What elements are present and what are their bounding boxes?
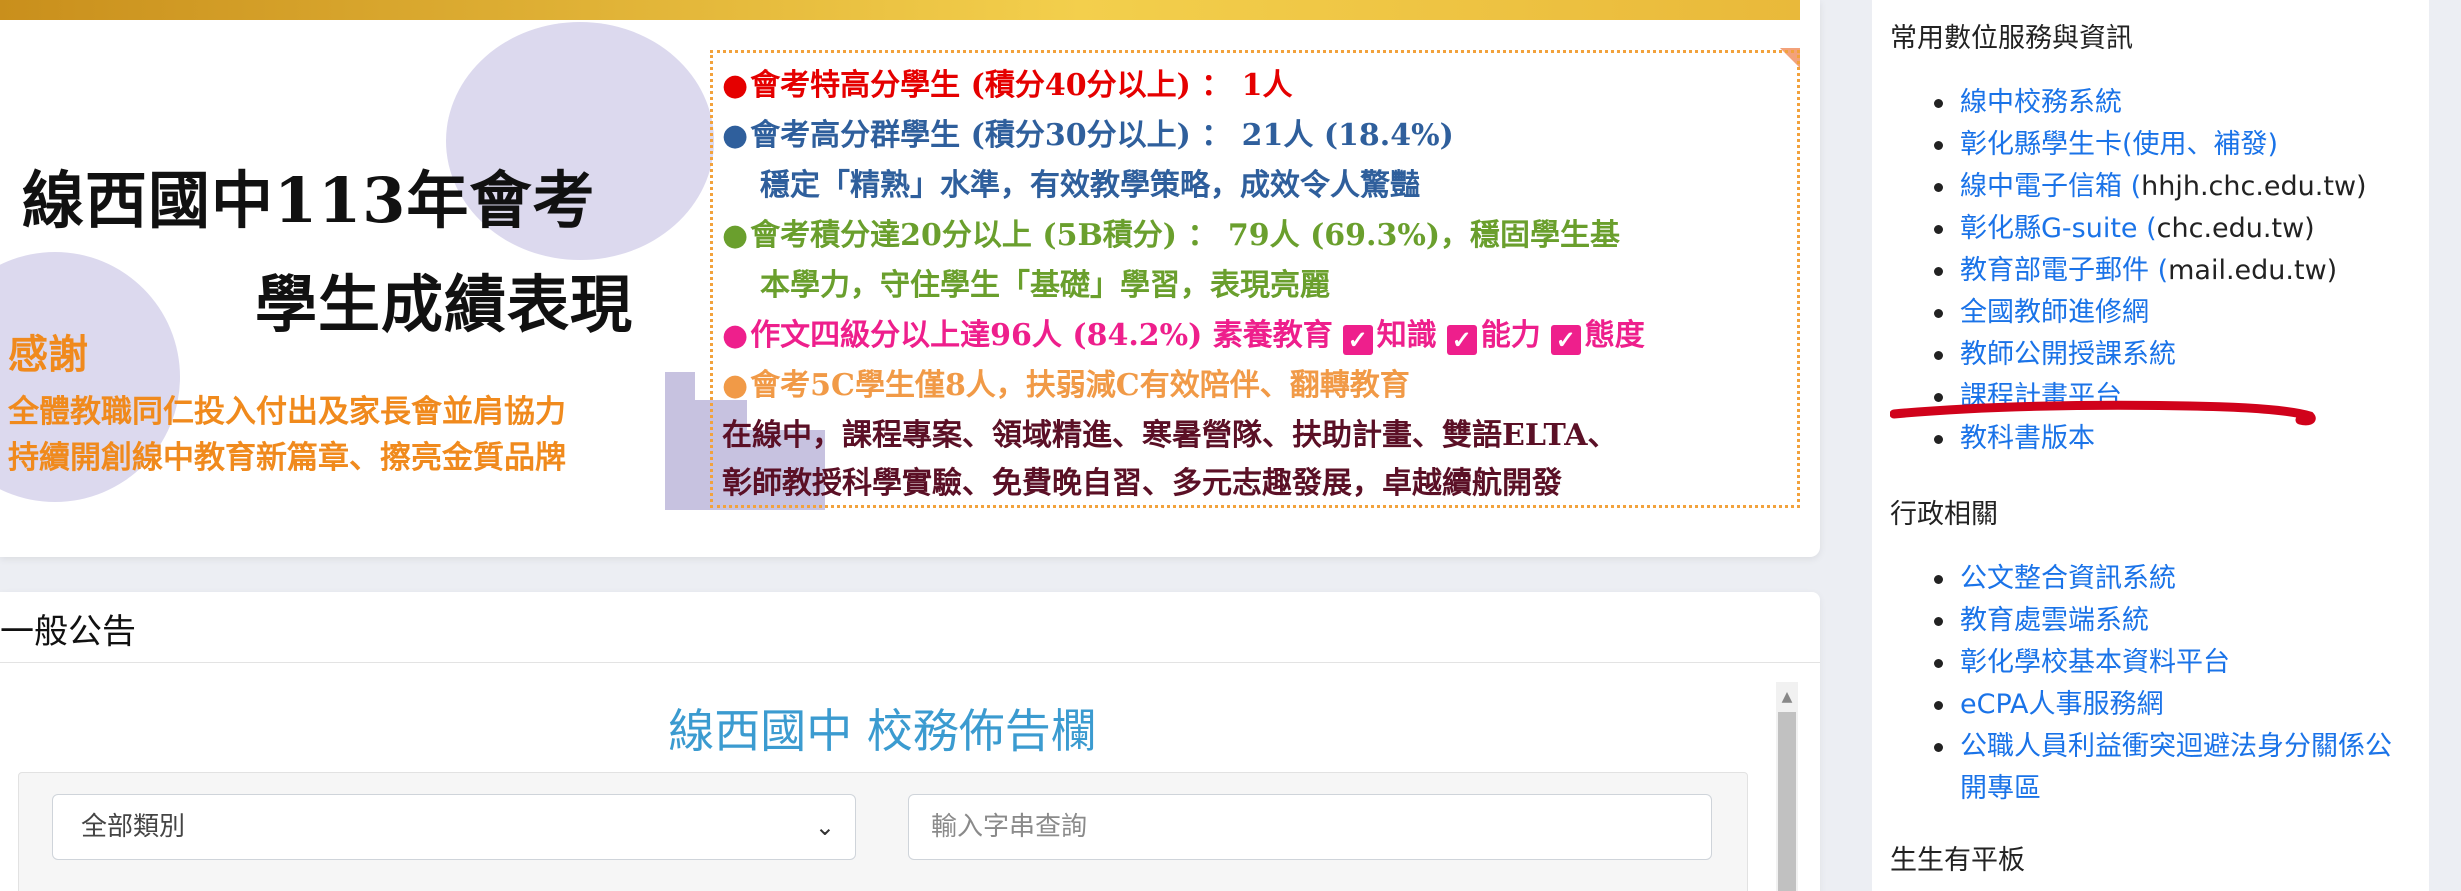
sidebar-link[interactable]: 教師公開授課系統 <box>1960 339 2176 370</box>
achievement-line: 彰師教授科學實驗、免費晚自習、多元志趣發展，卓越續航開發 <box>722 466 1562 501</box>
sidebar-link[interactable]: 公文整合資訊系統 <box>1960 563 2176 594</box>
banner-title: 線西國中113年會考 <box>22 164 596 237</box>
list-item: 彰化學校基本資料平台 <box>1872 642 2429 684</box>
achievement-line: ●會考積分達20分以上 (5B積分) ： 79人 (69.3%)，穩固學生基 <box>722 218 1621 253</box>
achievement-line: 本學力，守住學生「基礎」學習，表現亮麗 <box>760 268 1330 303</box>
link-domain-text: mail.edu.tw) <box>2168 255 2338 286</box>
achievement-line: ●作文四級分以上達96人 (84.2%) 素養教育 ✓ 知識 ✓ 能力 ✓ 態度 <box>722 318 1645 355</box>
achievement-line: 在線中，課程專案、領域精進、寒暑營隊、扶助計畫、雙語ELTA、 <box>722 418 1618 453</box>
banner-subtitle: 學生成績表現 <box>255 268 634 341</box>
sidebar-link[interactable]: 彰化縣學生卡(使用、補發) <box>1960 129 2278 160</box>
thanks-text: 持續開創線中教育新篇章、擦亮金質品牌 <box>8 440 566 476</box>
thanks-text: 全體教職同仁投入付出及家長會並肩協力 <box>8 394 566 430</box>
list-item: 線中電子信箱 (hhjh.chc.edu.tw) <box>1872 166 2429 208</box>
check-label: 態度 <box>1584 318 1645 353</box>
link-domain-text: chc.edu.tw) <box>2156 213 2315 244</box>
list-item: eCPA人事服務網 <box>1872 684 2429 726</box>
list-item: 全國教師進修網 <box>1872 292 2429 334</box>
section-title-administration: 行政相關 <box>1890 499 1998 530</box>
sidebar: 常用數位服務與資訊 線中校務系統 彰化縣學生卡(使用、補發) 線中電子信箱 (h… <box>1872 0 2429 891</box>
sidebar-link[interactable]: eCPA人事服務網 <box>1960 689 2164 720</box>
checkmark-icon: ✓ <box>1446 325 1477 355</box>
checkmark-icon: ✓ <box>1342 325 1373 355</box>
list-item: 線中校務系統 <box>1872 82 2429 124</box>
red-underline-annotation <box>1890 400 2316 426</box>
sidebar-link[interactable]: 彰化學校基本資料平台 <box>1960 647 2230 678</box>
sidebar-link[interactable]: 全國教師進修網 <box>1960 297 2149 328</box>
administration-list: 公文整合資訊系統 教育處雲端系統 彰化學校基本資料平台 eCPA人事服務網 公職… <box>1872 558 2429 810</box>
link-domain-text: hhjh.chc.edu.tw) <box>2141 171 2367 202</box>
checkmark-icon: ✓ <box>1550 325 1581 355</box>
achievement-line: ●會考5C學生僅8人，扶弱減C有效陪伴、翻轉教育 <box>722 368 1410 403</box>
category-select-value: 全部類別 <box>81 812 186 842</box>
achievement-banner[interactable]: 線西國中113年會考 學生成績表現 感謝 全體教職同仁投入付出及家長會並肩協力 … <box>0 0 1800 520</box>
list-item: 教育部電子郵件 (mail.edu.tw) <box>1872 250 2429 292</box>
achievement-line: ●會考特高分學生 (積分40分以上) ： 1人 <box>722 68 1293 103</box>
search-input[interactable] <box>908 794 1712 860</box>
banner-card: 線西國中113年會考 學生成績表現 感謝 全體教職同仁投入付出及家長會並肩協力 … <box>0 0 1820 557</box>
announcements-heading: 一般公告 <box>0 612 136 652</box>
category-select[interactable]: 全部類別 ⌄ <box>52 794 856 860</box>
sidebar-link[interactable]: 線中電子信箱 ( <box>1960 171 2141 202</box>
check-label: 能力 <box>1480 318 1541 353</box>
list-item: 教育處雲端系統 <box>1872 600 2429 642</box>
check-label: 知識 <box>1376 318 1437 353</box>
sidebar-link[interactable]: 教育部電子郵件 ( <box>1960 255 2168 286</box>
list-item: 彰化縣G-suite (chc.edu.tw) <box>1872 208 2429 250</box>
thanks-heading: 感謝 <box>8 331 88 378</box>
divider <box>0 662 1820 663</box>
decorative-building <box>665 372 695 510</box>
scrollbar-thumb[interactable] <box>1778 712 1796 891</box>
banner-top-strip <box>0 0 1800 20</box>
sidebar-link[interactable]: 教育處雲端系統 <box>1960 605 2149 636</box>
sidebar-link[interactable]: 公職人員利益衝突迴避法身分關係公 開專區 <box>1960 731 2392 804</box>
bulletin-board-title: 線西國中 校務佈告欄 <box>668 704 1097 758</box>
scroll-up-arrow-icon[interactable]: ▲ <box>1776 682 1798 712</box>
section-title-tablets: 生生有平板 <box>1890 845 2025 876</box>
list-item: 教師公開授課系統 <box>1872 334 2429 376</box>
achievement-line: ●會考高分群學生 (積分30分以上) ： 21人 (18.4%) <box>722 118 1454 153</box>
section-title-digital-services: 常用數位服務與資訊 <box>1890 23 2133 54</box>
sidebar-link[interactable]: 彰化縣G-suite ( <box>1960 213 2157 244</box>
chevron-down-icon: ⌄ <box>814 813 835 841</box>
achievement-line: 穩定「精熟」水準，有效教學策略，成效令人驚豔 <box>760 168 1420 203</box>
scrollbar[interactable]: ▲ <box>1776 682 1798 891</box>
list-item: 彰化縣學生卡(使用、補發) <box>1872 124 2429 166</box>
list-item: 公職人員利益衝突迴避法身分關係公 開專區 <box>1872 726 2429 810</box>
sidebar-link[interactable]: 線中校務系統 <box>1960 87 2122 118</box>
list-item: 公文整合資訊系統 <box>1872 558 2429 600</box>
